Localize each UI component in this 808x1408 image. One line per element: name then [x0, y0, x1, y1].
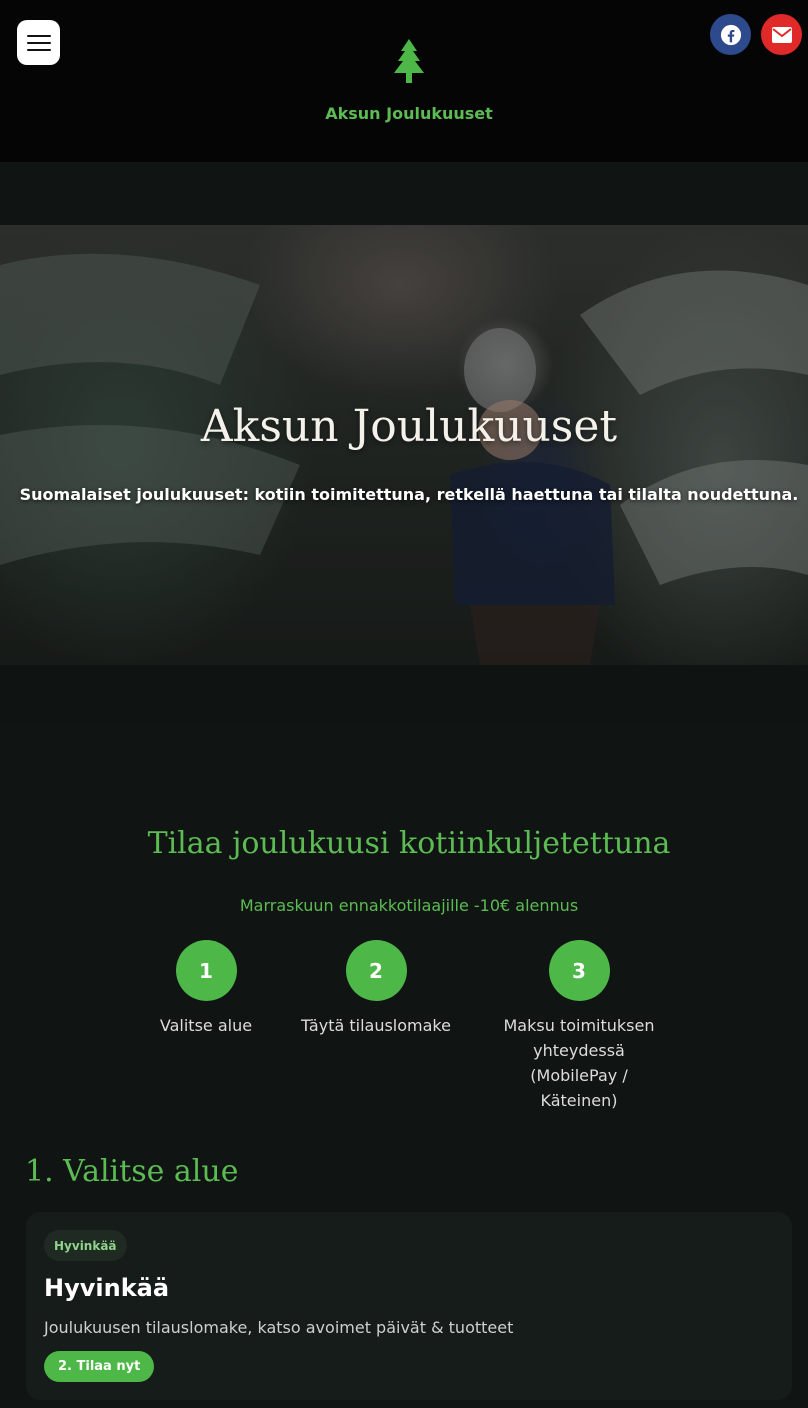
section-divider — [0, 665, 808, 725]
hero-title: Aksun Joulukuuset — [200, 401, 618, 452]
step-label: Täytä tilauslomake — [301, 1016, 451, 1035]
area-section-title: 1. Valitse alue — [25, 1154, 239, 1189]
step-number: 2 — [345, 940, 407, 1001]
order-now-button[interactable]: 2. Tilaa nyt — [44, 1351, 155, 1382]
pine-tree-icon[interactable] — [389, 37, 429, 87]
area-badge: Hyvinkää — [44, 1230, 127, 1261]
menu-bar — [26, 41, 51, 44]
menu-bar — [26, 34, 51, 37]
hamburger-menu-button[interactable] — [17, 20, 60, 65]
facebook-button[interactable] — [710, 14, 751, 55]
area-card-description: Joulukuusen tilauslomake, katso avoimet … — [44, 1318, 514, 1337]
facebook-icon — [720, 24, 741, 45]
step-number: 3 — [548, 940, 610, 1001]
hero-banner: Aksun Joulukuuset Suomalaiset joulukuuse… — [0, 225, 808, 665]
step-2: 2 Täytä tilauslomake — [290, 940, 462, 1038]
order-section-subtitle: Marraskuun ennakkotilaajille -10€ alennu… — [239, 896, 579, 915]
step-number: 1 — [175, 940, 237, 1001]
order-section-title: Tilaa joulukuusi kotiinkuljetettuna — [147, 826, 671, 861]
site-header: Aksun Joulukuuset — [0, 0, 808, 162]
email-button[interactable] — [761, 14, 802, 55]
envelope-icon — [771, 26, 792, 43]
step-label: Maksu toimituksen yhteydessä (MobilePay … — [503, 1016, 655, 1110]
area-card-title: Hyvinkää — [44, 1274, 170, 1302]
step-3: 3 Maksu toimituksen yhteydessä (MobilePa… — [494, 940, 664, 1113]
step-1: 1 Valitse alue — [150, 940, 262, 1038]
hero-subtitle: Suomalaiset joulukuuset: kotiin toimitet… — [19, 485, 799, 504]
area-card-hyvinkaa: Hyvinkää Hyvinkää Joulukuusen tilausloma… — [26, 1212, 792, 1400]
brand-name[interactable]: Aksun Joulukuuset — [0, 104, 808, 123]
step-label: Valitse alue — [159, 1016, 253, 1035]
menu-bar — [26, 48, 51, 51]
